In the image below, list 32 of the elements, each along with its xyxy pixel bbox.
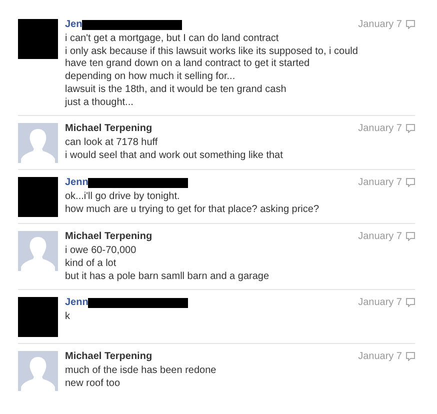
message-text: new roof too [65,378,122,390]
sender-name[interactable]: Michael Terpening [65,231,152,242]
sender-name[interactable]: Jen [65,19,82,30]
message-text: much of the isde has been redone [65,365,218,377]
speech-bubble-icon [406,352,415,361]
message-text: i owe 60-70,000 [65,245,138,257]
speech-bubble-icon [406,298,415,307]
message-text: i can't get a mortgage, but I can do land contract [65,33,280,45]
sender-name[interactable]: Jenn [65,177,88,188]
message-text: kind of a lot [65,258,118,270]
message-date: January 7 [358,123,402,134]
speech-bubble-icon [406,124,415,133]
speech-bubble-icon [406,232,415,241]
speech-bubble-icon [406,20,415,29]
message-date: January 7 [358,19,402,30]
message-date: January 7 [358,231,402,242]
message-text: how much are u trying to get for that place? asking price? [65,204,320,216]
sender-name[interactable]: Jenn [65,297,88,308]
message-text: but it has a pole barn samll barn and a garage [65,271,270,283]
message-text: depending on how much it selling for... [65,71,236,83]
message-date: January 7 [358,177,402,188]
sender-name[interactable]: Michael Terpening [65,123,152,134]
message-text: can look at 7178 huff [65,137,159,149]
message-date: January 7 [358,297,402,308]
message-text: k [65,311,71,323]
message-text: just a thought... [65,97,134,109]
sender-name[interactable]: Michael Terpening [65,351,152,362]
message-date: January 7 [358,351,402,362]
message-text: i would seel that and work out something like that [65,150,284,162]
message-text: ok...i'll go drive by tonight. [65,191,181,203]
speech-bubble-icon [406,178,415,187]
message-text: lawsuit is the 18th, and it would be ten grand cash [65,84,288,96]
